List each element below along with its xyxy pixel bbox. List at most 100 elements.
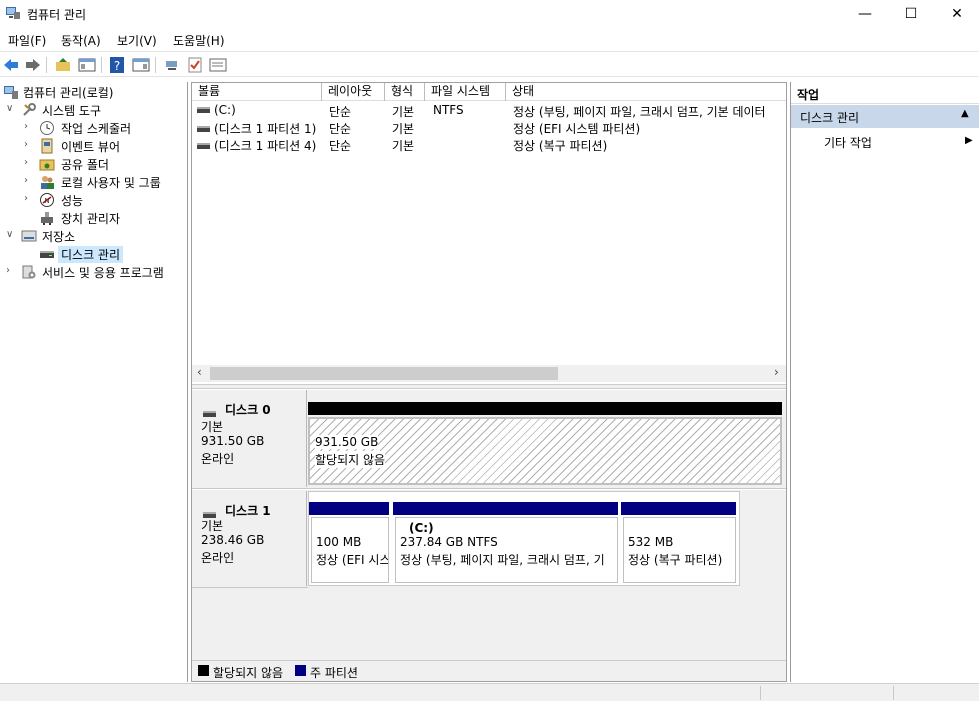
disk-graph-view: 디스크 0 기본 931.50 GB 온라인 931.50 GB 할당되지 않음… xyxy=(192,390,786,681)
chevron-right-icon[interactable]: › xyxy=(24,175,34,186)
chevron-right-icon[interactable]: › xyxy=(24,157,34,168)
column-header-type[interactable]: 형식 xyxy=(385,83,425,101)
back-icon[interactable] xyxy=(2,56,20,74)
maximize-button[interactable]: ☐ xyxy=(888,0,934,28)
tree-local-users[interactable]: › 로컬 사용자 및 그룹 xyxy=(0,173,188,191)
scrollbar-thumb[interactable] xyxy=(210,367,558,380)
submenu-arrow-icon: ▶ xyxy=(965,135,973,146)
unallocated-partition[interactable]: 931.50 GB 할당되지 않음 xyxy=(308,417,782,485)
device-manager-icon xyxy=(41,212,53,225)
forward-icon[interactable] xyxy=(24,56,42,74)
chevron-right-icon[interactable]: › xyxy=(24,139,34,150)
volume-layout: 단순 xyxy=(329,139,352,153)
window-title: 컴퓨터 관리 xyxy=(27,8,87,22)
volume-type: 기본 xyxy=(392,122,415,136)
scroll-right-icon[interactable]: › xyxy=(774,365,779,379)
volume-type: 기본 xyxy=(392,139,415,153)
actions-pane: 작업 디스크 관리 ▲ 기타 작업 ▶ xyxy=(790,82,979,682)
efi-partition[interactable]: 100 MB 정상 (EFI 시스 xyxy=(311,517,389,583)
disk-size: 238.46 GB xyxy=(201,533,265,547)
tree-services[interactable]: › 서비스 및 응용 프로그램 xyxy=(0,263,188,281)
show-hide-action-pane-icon[interactable] xyxy=(132,56,150,74)
column-header-status[interactable]: 상태 xyxy=(506,83,786,101)
disk-state: 온라인 xyxy=(201,452,235,466)
volume-row[interactable]: (디스크 1 파티션 4) 단순 기본 정상 (복구 파티션) xyxy=(192,136,786,153)
tree-label: 공유 폴더 xyxy=(61,158,109,172)
toolbar: ? xyxy=(0,51,979,77)
minimize-button[interactable]: — xyxy=(842,0,888,28)
partition-status: 정상 (부팅, 페이지 파일, 크래시 덤프, 기 xyxy=(400,553,605,567)
pane-splitter[interactable] xyxy=(192,384,786,389)
volume-status: 정상 (복구 파티션) xyxy=(513,139,608,153)
status-bar xyxy=(0,683,979,701)
tree-task-scheduler[interactable]: › 작업 스케줄러 xyxy=(0,119,188,137)
chevron-right-icon[interactable]: › xyxy=(6,265,16,276)
tree-label: 로컬 사용자 및 그룹 xyxy=(61,176,161,190)
volume-status: 정상 (부팅, 페이지 파일, 크래시 덤프, 기본 데이터 xyxy=(513,105,766,119)
volume-row[interactable]: (디스크 1 파티션 1) 단순 기본 정상 (EFI 시스템 파티션) xyxy=(192,119,786,136)
chevron-down-icon[interactable]: ∨ xyxy=(6,103,16,114)
volume-status: 정상 (EFI 시스템 파티션) xyxy=(513,122,641,136)
volume-layout: 단순 xyxy=(329,105,352,119)
disk-type: 기본 xyxy=(201,519,224,533)
unallocated-bar xyxy=(308,402,782,415)
volume-row[interactable]: (C:) 단순 기본 NTFS 정상 (부팅, 페이지 파일, 크래시 덤프, … xyxy=(192,102,786,119)
menu-help[interactable]: 도움말(H) xyxy=(173,32,225,49)
partition-size: 100 MB xyxy=(316,535,362,549)
tree-shared-folders[interactable]: › 공유 폴더 xyxy=(0,155,188,173)
tree-disk-management[interactable]: 디스크 관리 xyxy=(0,245,188,263)
tree-performance[interactable]: › N 성능 xyxy=(0,191,188,209)
tree-label: 작업 스케줄러 xyxy=(61,122,132,136)
tree-system-tools[interactable]: ∨ 시스템 도구 xyxy=(0,101,188,119)
primary-partition-bar xyxy=(621,502,736,515)
shared-folder-icon xyxy=(39,159,55,171)
tree-label: 컴퓨터 관리(로컬) xyxy=(23,86,114,100)
storage-icon xyxy=(21,230,37,242)
disk-1-label[interactable]: 디스크 1 기본 238.46 GB 온라인 xyxy=(192,491,307,586)
help-icon[interactable]: ? xyxy=(108,56,126,74)
recovery-partition[interactable]: 532 MB 정상 (복구 파티션) xyxy=(623,517,736,583)
checklist-icon[interactable] xyxy=(186,56,204,74)
tree-event-viewer[interactable]: › 이벤트 뷰어 xyxy=(0,137,188,155)
column-header-layout[interactable]: 레이아웃 xyxy=(322,83,385,101)
volume-layout: 단순 xyxy=(329,122,352,136)
volume-type: 기본 xyxy=(392,105,415,119)
tree-root[interactable]: 컴퓨터 관리(로컬) xyxy=(0,83,188,101)
computer-management-icon xyxy=(6,7,20,19)
volume-name: (C:) xyxy=(214,103,236,117)
tree-label: 성능 xyxy=(61,194,84,208)
menu-bar: 파일(F) 동작(A) 보기(V) 도움말(H) xyxy=(0,28,979,50)
partition-status: 할당되지 않음 xyxy=(315,451,386,468)
up-folder-icon[interactable] xyxy=(54,56,72,74)
tree-label: 서비스 및 응용 프로그램 xyxy=(42,266,164,280)
chevron-down-icon[interactable]: ∨ xyxy=(6,229,16,240)
tree-storage[interactable]: ∨ 저장소 xyxy=(0,227,188,245)
console-tree: 컴퓨터 관리(로컬) ∨ 시스템 도구 › 작업 스케줄러 › 이벤트 뷰어 ›… xyxy=(0,82,188,682)
c-drive-partition[interactable]: (C:) 237.84 GB NTFS 정상 (부팅, 페이지 파일, 크래시 … xyxy=(395,517,618,583)
partition-name: (C:) xyxy=(409,521,434,535)
partition-size: 931.50 GB xyxy=(315,435,379,449)
chevron-right-icon[interactable]: › xyxy=(24,121,34,132)
svg-text:N: N xyxy=(44,197,49,205)
actions-section-disk-management[interactable]: 디스크 관리 ▲ xyxy=(791,105,979,128)
primary-swatch xyxy=(295,665,306,676)
services-icon xyxy=(22,265,36,279)
horizontal-scrollbar[interactable]: ‹ › xyxy=(192,365,786,382)
drive-icon xyxy=(197,142,210,149)
menu-view[interactable]: 보기(V) xyxy=(117,32,157,49)
disk-0-label[interactable]: 디스크 0 기본 931.50 GB 온라인 xyxy=(192,390,307,487)
column-header-filesystem[interactable]: 파일 시스템 xyxy=(425,83,506,101)
chevron-right-icon[interactable]: › xyxy=(24,193,34,204)
menu-file[interactable]: 파일(F) xyxy=(8,32,46,49)
collapse-up-icon[interactable]: ▲ xyxy=(961,108,969,119)
tree-device-manager[interactable]: 장치 관리자 xyxy=(0,209,188,227)
properties-icon[interactable] xyxy=(209,56,227,74)
close-button[interactable]: ✕ xyxy=(934,0,979,28)
legend-unallocated: 할당되지 않음 xyxy=(213,666,284,680)
column-header-volume[interactable]: 볼륨 xyxy=(192,83,322,101)
action-more-actions[interactable]: 기타 작업 ▶ xyxy=(791,128,979,150)
menu-action[interactable]: 동작(A) xyxy=(61,32,101,49)
scroll-left-icon[interactable]: ‹ xyxy=(197,365,202,379)
connect-icon[interactable] xyxy=(163,56,181,74)
show-hide-tree-icon[interactable] xyxy=(78,56,96,74)
